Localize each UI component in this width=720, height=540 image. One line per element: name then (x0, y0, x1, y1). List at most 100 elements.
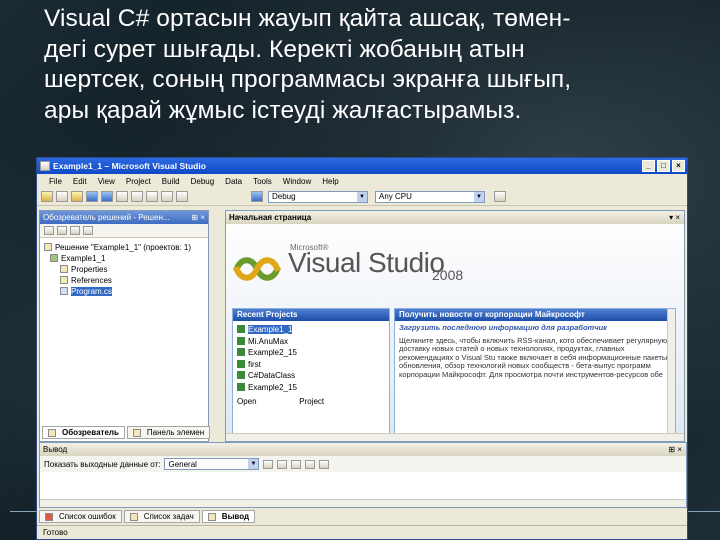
word-wrap-icon[interactable] (319, 459, 330, 469)
project-icon (237, 348, 245, 356)
recent-project-label: C#DataClass (248, 371, 296, 380)
menu-build[interactable]: Build (162, 177, 180, 186)
menu-window[interactable]: Window (283, 177, 311, 186)
tree-item-project[interactable]: Example1_1 (44, 253, 204, 264)
maximize-button[interactable]: □ (657, 160, 670, 172)
menu-help[interactable]: Help (322, 177, 338, 186)
view-code-icon[interactable] (83, 226, 93, 235)
next-message-icon[interactable] (277, 459, 288, 469)
recent-project-link[interactable]: Example2_15 (237, 347, 385, 359)
status-text: Готово (43, 528, 68, 537)
output-scrollbar[interactable] (40, 499, 686, 507)
menu-tools[interactable]: Tools (253, 177, 272, 186)
tab-start-page[interactable]: Начальная страница (229, 213, 311, 222)
tree-item-label: Example1_1 (61, 254, 106, 263)
tab-label: Вывод (221, 512, 250, 521)
find-icon[interactable] (494, 191, 506, 202)
solution-icon (48, 428, 56, 437)
redo-icon[interactable] (176, 191, 188, 202)
bottom-tabs: Список ошибок Список задач Вывод (39, 510, 256, 523)
save-icon[interactable] (86, 191, 98, 202)
close-icon[interactable]: ⊞ × (668, 445, 682, 454)
menu-edit[interactable]: Edit (73, 177, 87, 186)
infinity-logo-icon (233, 257, 281, 281)
title-bar[interactable]: Example1_1 – Microsoft Visual Studio _ □… (37, 158, 687, 174)
open-row: Open Project (237, 396, 385, 408)
tree-item-program[interactable]: Program.cs (44, 286, 204, 297)
start-page-body: Microsoft® Visual Studio 2008 Recent Pro… (226, 224, 684, 441)
menu-debug[interactable]: Debug (191, 177, 215, 186)
output-title: Вывод (43, 445, 68, 454)
menu-data[interactable]: Data (225, 177, 242, 186)
add-item-icon[interactable] (56, 191, 68, 202)
minimize-button[interactable]: _ (642, 160, 655, 172)
output-source-value: General (168, 459, 197, 469)
platform-select[interactable]: Any CPU ▼ (375, 190, 485, 203)
undo-icon[interactable] (161, 191, 173, 202)
project-icon (237, 336, 245, 345)
tab-toolbox[interactable]: Панель элемен (126, 426, 211, 439)
tree-item-label: Program.cs (71, 287, 112, 296)
cut-icon[interactable] (116, 191, 128, 202)
tab-output[interactable]: Вывод (201, 510, 256, 523)
recent-project-link[interactable]: Example2_15 (237, 382, 385, 394)
close-icon[interactable]: ▾ × (669, 213, 680, 222)
save-all-icon[interactable] (101, 191, 113, 202)
tree-item-properties[interactable]: Properties (44, 264, 204, 275)
recent-project-link[interactable]: Example1_1 (237, 324, 385, 336)
start-page-scrollbar[interactable] (226, 433, 684, 441)
tab-error-list[interactable]: Список ошибок (39, 510, 122, 523)
recent-project-link[interactable]: Mi.AnuMax (237, 336, 385, 348)
output-source-select[interactable]: General ▼ (164, 458, 260, 470)
refresh-icon[interactable] (70, 226, 80, 235)
tab-label: Обозреватель (62, 428, 119, 437)
caption-line-1: Visual C# ортасын жауып қайта ашсақ, төм… (44, 5, 571, 32)
close-button[interactable]: × (672, 160, 685, 172)
solution-explorer-header: Обозреватель решений - Решен... ⊞ × (40, 211, 208, 224)
menu-view[interactable]: View (98, 177, 115, 186)
status-bar: Готово (37, 525, 687, 539)
tab-task-list[interactable]: Список задач (123, 510, 200, 523)
output-icon (207, 512, 216, 521)
platform-value: Any CPU (379, 192, 412, 201)
news-panel: Получить новости от корпорации Майкрософ… (394, 308, 676, 438)
logo-product: Visual Studio (288, 247, 445, 278)
solution-explorer-tabs: Обозреватель Панель элемен (42, 426, 211, 439)
solution-tree: Решение "Example1_1" (проектов: 1) Examp… (40, 238, 208, 301)
pin-icon[interactable]: ⊞ × (191, 213, 205, 222)
project-icon (50, 254, 58, 262)
start-debug-icon[interactable] (251, 191, 263, 202)
recent-project-label: first (248, 359, 261, 369)
solution-icon (44, 243, 52, 251)
tab-solution-explorer[interactable]: Обозреватель (42, 426, 125, 439)
news-lead-link[interactable]: Загрузить последнюю информацию для разра… (399, 324, 671, 333)
new-project-icon[interactable] (41, 191, 53, 202)
menu-bar: File Edit View Project Build Debug Data … (37, 174, 687, 188)
caption-line-3: шертсек, соның программасы экранға шығып… (44, 66, 572, 93)
open-label: Open (237, 397, 257, 406)
menu-project[interactable]: Project (126, 177, 151, 186)
paste-icon[interactable] (146, 191, 158, 202)
news-title: Получить новости от корпорации Майкрософ… (395, 309, 675, 321)
clear-all-icon[interactable] (305, 459, 316, 469)
caption-line-2: дегі сурет шығады. Керекті жобаның атын (44, 35, 525, 63)
recent-project-link[interactable]: C#DataClass (237, 370, 385, 382)
copy-icon[interactable] (131, 191, 143, 202)
tab-label: Список ошибок (59, 512, 116, 521)
show-all-files-icon[interactable] (57, 226, 67, 235)
recent-project-link[interactable]: first (237, 359, 385, 371)
configuration-select[interactable]: Debug ▼ (268, 190, 368, 203)
prev-message-icon[interactable] (263, 459, 274, 469)
find-icon[interactable] (291, 459, 302, 469)
open-project-link[interactable]: Project (299, 397, 324, 406)
app-icon (40, 161, 50, 171)
solution-explorer: Обозреватель решений - Решен... ⊞ × Реше… (39, 210, 211, 442)
tree-item-solution[interactable]: Решение "Example1_1" (проектов: 1) (44, 242, 204, 253)
recent-projects-title: Recent Projects (233, 309, 389, 321)
menu-file[interactable]: File (49, 177, 62, 186)
tree-item-references[interactable]: References (44, 275, 204, 286)
properties-icon[interactable] (44, 226, 54, 235)
open-file-icon[interactable] (71, 191, 83, 202)
news-scrollbar[interactable] (667, 309, 675, 437)
chevron-down-icon: ▼ (248, 459, 259, 469)
